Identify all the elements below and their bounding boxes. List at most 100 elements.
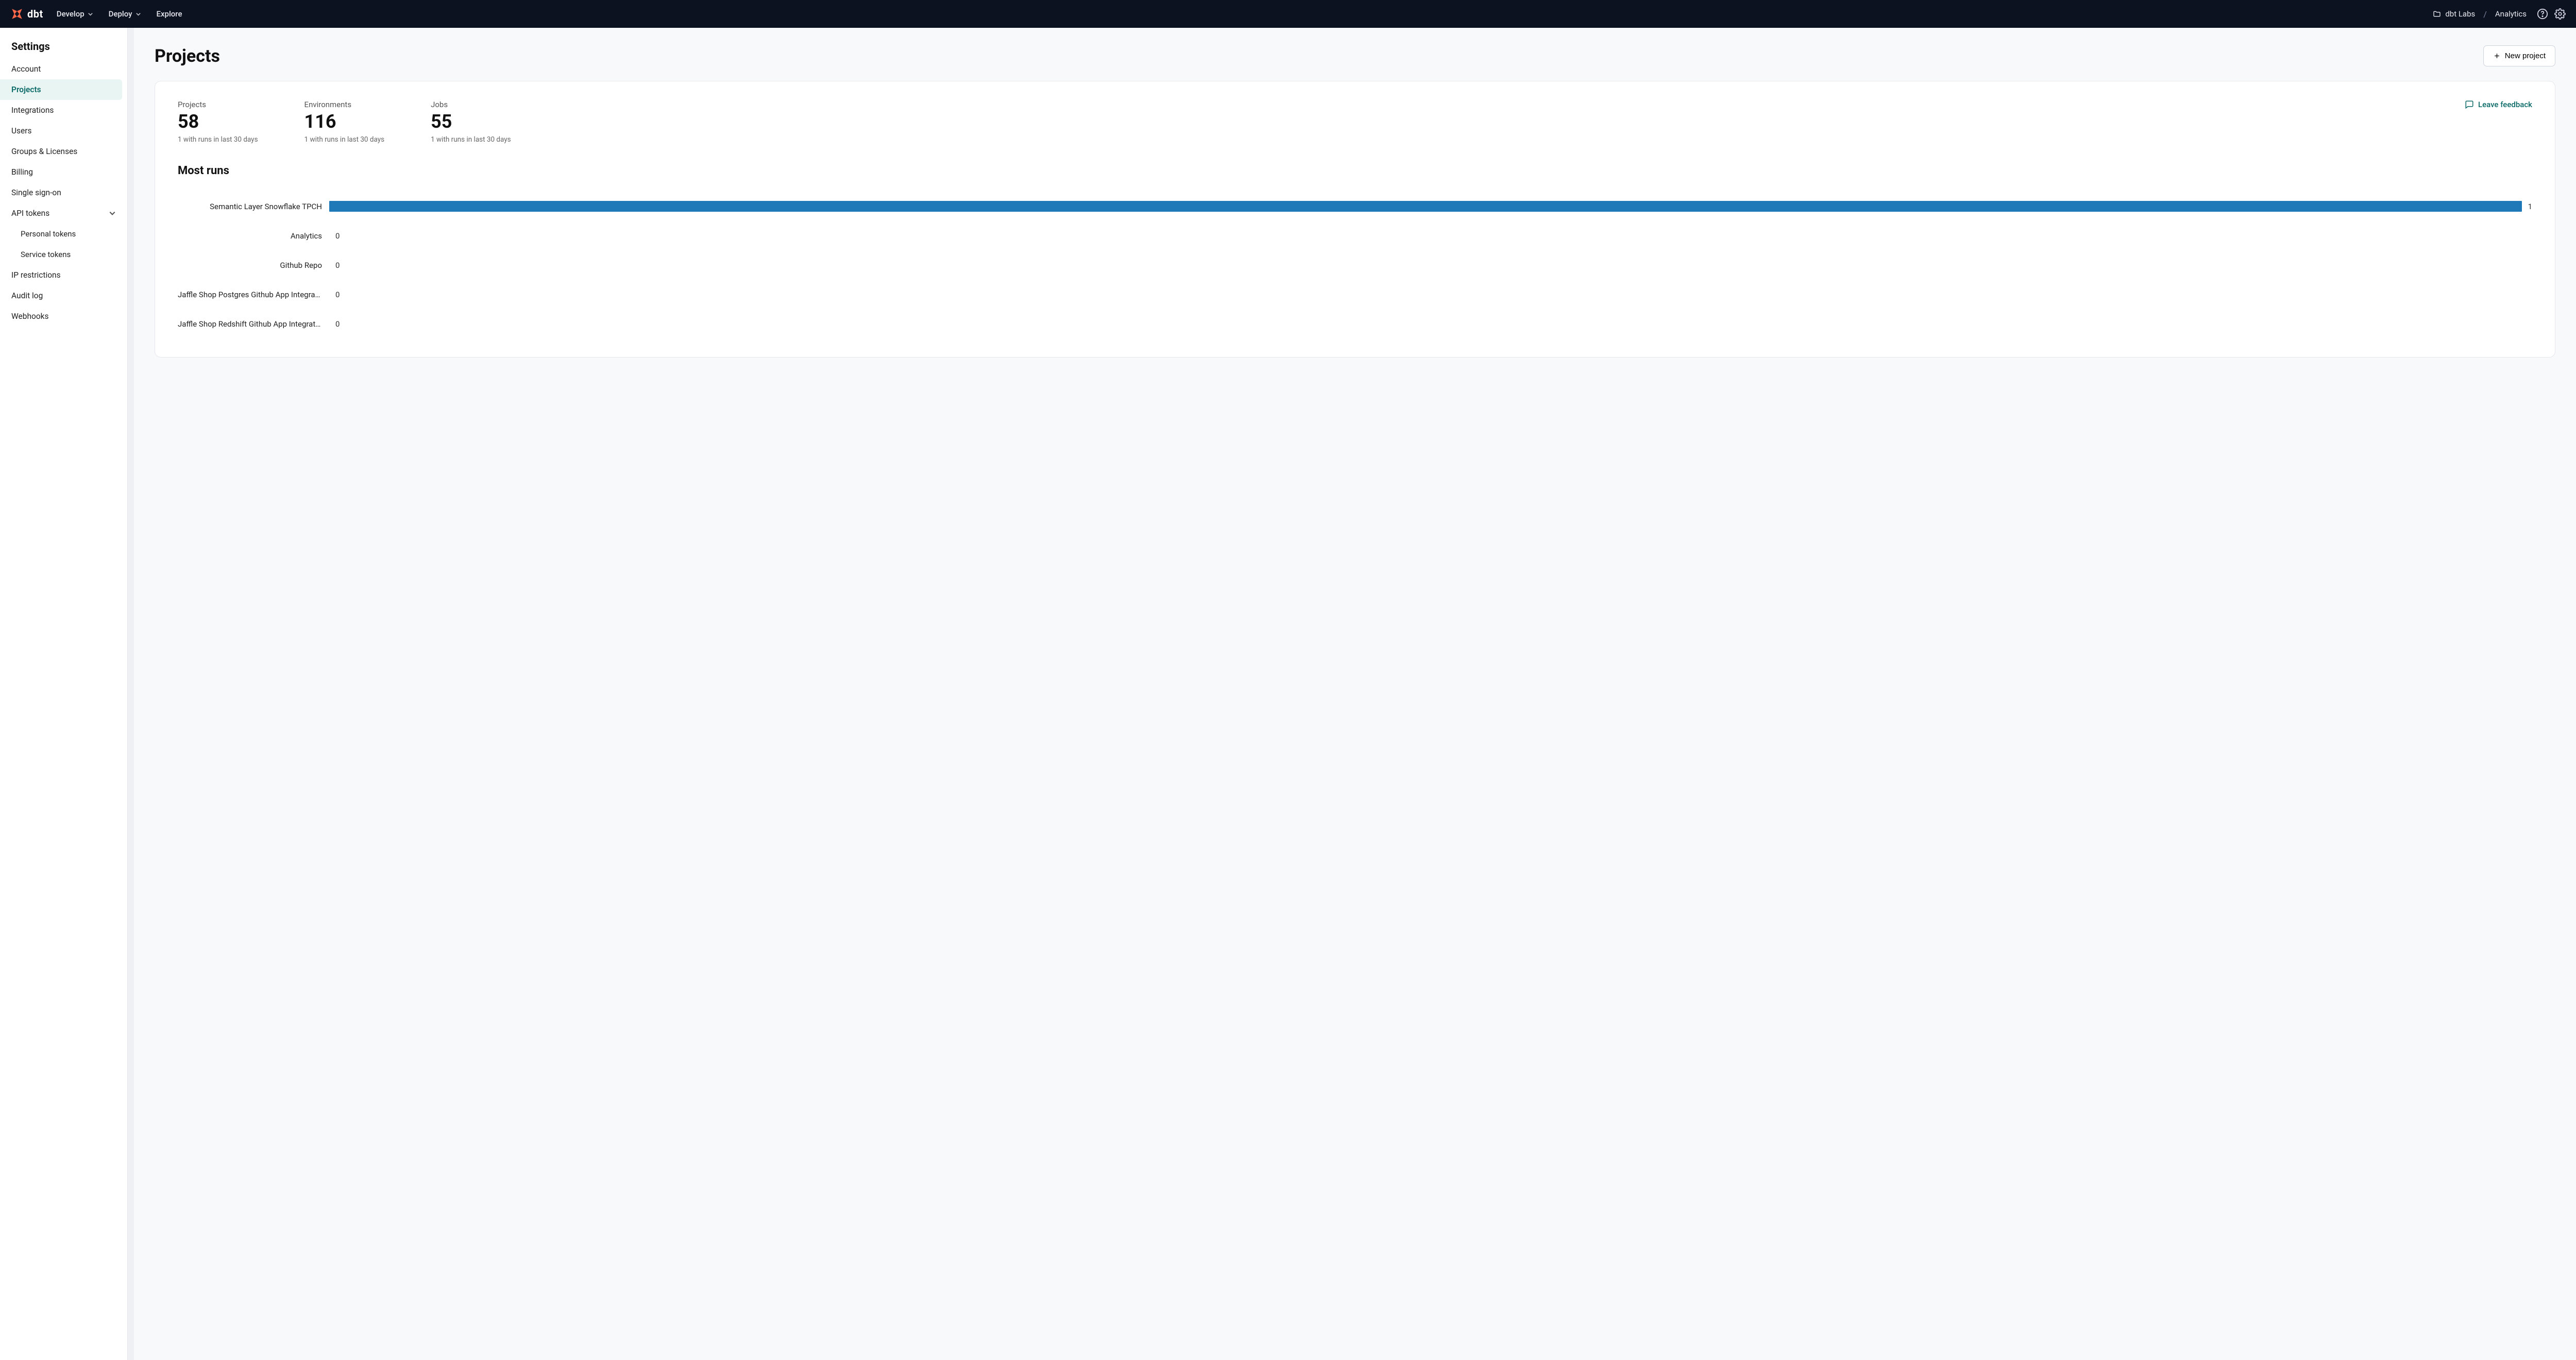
nav-deploy-label: Deploy [109,9,132,19]
feedback-label: Leave feedback [2478,100,2532,109]
new-project-label: New project [2505,52,2546,60]
sidebar-item-groups-licenses[interactable]: Groups & Licenses [0,141,127,162]
stat-subtext: 1 with runs in last 30 days [304,135,385,144]
chevron-down-icon [109,210,116,217]
chart-value: 0 [335,319,340,329]
sidebar-nav: Account Projects Integrations Users Groups &… [0,59,127,327]
most-runs-heading: Most runs [178,164,2532,177]
nav-develop[interactable]: Develop [57,9,93,19]
plus-icon [2493,52,2501,60]
app-shell: Settings Account Projects Integrations User… [0,28,2576,1360]
sidebar-item-account[interactable]: Account [0,59,127,79]
main-content: Projects New project Projects 58 1 with ru… [134,28,2576,1360]
stat-projects: Projects 58 1 with runs in last 30 days [178,100,258,144]
dbt-logo-icon [10,7,24,21]
chart-bar [329,201,2522,212]
chart-row-label: Github Repo [178,261,322,270]
sidebar-item-users[interactable]: Users [0,121,127,141]
stat-subtext: 1 with runs in last 30 days [178,135,258,144]
chart-value: 0 [335,290,340,299]
breadcrumb-project[interactable]: Analytics [2495,9,2531,19]
sidebar-item-webhooks-label: Webhooks [11,312,49,321]
top-nav: dbt Develop Deploy Explore dbt Labs / Anal… [0,0,2576,28]
nav-deploy[interactable]: Deploy [109,9,141,19]
chart-value: 0 [335,231,340,241]
nav-explore[interactable]: Explore [157,9,182,19]
sidebar-item-account-label: Account [11,64,41,74]
chart-bar-wrap: 0 [329,289,2532,300]
sidebar-item-ip-restrictions[interactable]: IP restrictions [0,265,127,285]
sidebar-item-personal-tokens[interactable]: Personal tokens [0,224,127,244]
primary-nav: Develop Deploy Explore [57,9,182,19]
sidebar-item-projects-label: Projects [11,85,41,94]
folder-icon [2433,10,2441,18]
stat-environments: Environments 116 1 with runs in last 30 da… [304,100,385,144]
breadcrumb-org[interactable]: dbt Labs [2433,9,2475,19]
chart-row: Analytics 0 [178,221,2532,250]
leave-feedback-link[interactable]: Leave feedback [2465,100,2532,109]
feedback-icon [2465,100,2474,109]
sidebar-heading: Settings [0,40,127,59]
chart-row: Semantic Layer Snowflake TPCH 1 [178,192,2532,221]
sidebar-item-billing[interactable]: Billing [0,162,127,182]
most-runs-chart: Semantic Layer Snowflake TPCH 1 Analytics 0… [178,192,2532,338]
nav-develop-label: Develop [57,9,84,19]
stat-label: Environments [304,100,385,109]
sidebar-item-sso[interactable]: Single sign-on [0,182,127,203]
chevron-down-icon [135,11,141,17]
stat-value: 58 [178,111,258,132]
stat-jobs: Jobs 55 1 with runs in last 30 days [431,100,511,144]
chart-value: 0 [335,261,340,270]
sidebar-item-service-tokens[interactable]: Service tokens [0,244,127,265]
sidebar-item-users-label: Users [11,126,32,135]
chart-row: Jaffle Shop Postgres Github App Integrat… [178,280,2532,309]
projects-summary-card: Projects581 with runs in last 30 daysEnv… [155,81,2555,358]
chart-bar-wrap: 0 [329,260,2532,270]
sidebar-item-sso-label: Single sign-on [11,188,61,197]
help-button[interactable] [2537,8,2548,20]
breadcrumb-separator: / [2481,9,2489,19]
sidebar-item-projects[interactable]: Projects [0,79,122,100]
chart-bar-wrap: 1 [329,201,2532,212]
sidebar-divider [128,28,134,1360]
stat-label: Jobs [431,100,511,109]
brand-logo[interactable]: dbt [10,7,43,21]
sidebar-item-integrations[interactable]: Integrations [0,100,127,121]
sidebar-item-service-tokens-label: Service tokens [21,250,71,259]
stat-value: 116 [304,111,385,132]
chevron-down-icon [88,11,93,17]
stat-label: Projects [178,100,258,109]
stats-row: Projects581 with runs in last 30 daysEnv… [178,100,2532,144]
top-nav-right: dbt Labs / Analytics [2433,8,2566,20]
sidebar-item-groups-licenses-label: Groups & Licenses [11,147,77,156]
chart-value: 1 [2528,202,2532,211]
chart-bar-wrap: 0 [329,230,2532,241]
chart-bar-wrap: 0 [329,318,2532,329]
sidebar-item-personal-tokens-label: Personal tokens [21,229,76,239]
sidebar-item-integrations-label: Integrations [11,106,54,115]
chart-row: Github Repo 0 [178,250,2532,280]
sidebar-item-audit-log[interactable]: Audit log [0,285,127,306]
brand-text: dbt [27,8,43,20]
stat-value: 55 [431,111,511,132]
page-header: Projects New project [155,45,2555,66]
sidebar-item-webhooks[interactable]: Webhooks [0,306,127,327]
sidebar-item-audit-log-label: Audit log [11,291,43,300]
breadcrumb-org-label: dbt Labs [2445,9,2475,19]
help-circle-icon [2537,8,2548,20]
sidebar-item-api-tokens-label: API tokens [11,209,49,218]
settings-sidebar: Settings Account Projects Integrations User… [0,28,128,1360]
chart-row: Jaffle Shop Redshift Github App Integrat… [178,309,2532,338]
chart-row-label: Semantic Layer Snowflake TPCH [178,202,322,211]
chart-row-label: Jaffle Shop Postgres Github App Integrat… [178,290,322,299]
sidebar-item-api-tokens[interactable]: API tokens [0,203,127,224]
chart-row-label: Analytics [178,231,322,241]
stat-subtext: 1 with runs in last 30 days [431,135,511,144]
nav-explore-label: Explore [157,9,182,19]
page-title: Projects [155,46,220,66]
sidebar-item-billing-label: Billing [11,167,33,177]
new-project-button[interactable]: New project [2483,45,2555,66]
breadcrumb-project-label: Analytics [2495,9,2527,19]
gear-icon [2554,8,2566,20]
settings-button[interactable] [2554,8,2566,20]
